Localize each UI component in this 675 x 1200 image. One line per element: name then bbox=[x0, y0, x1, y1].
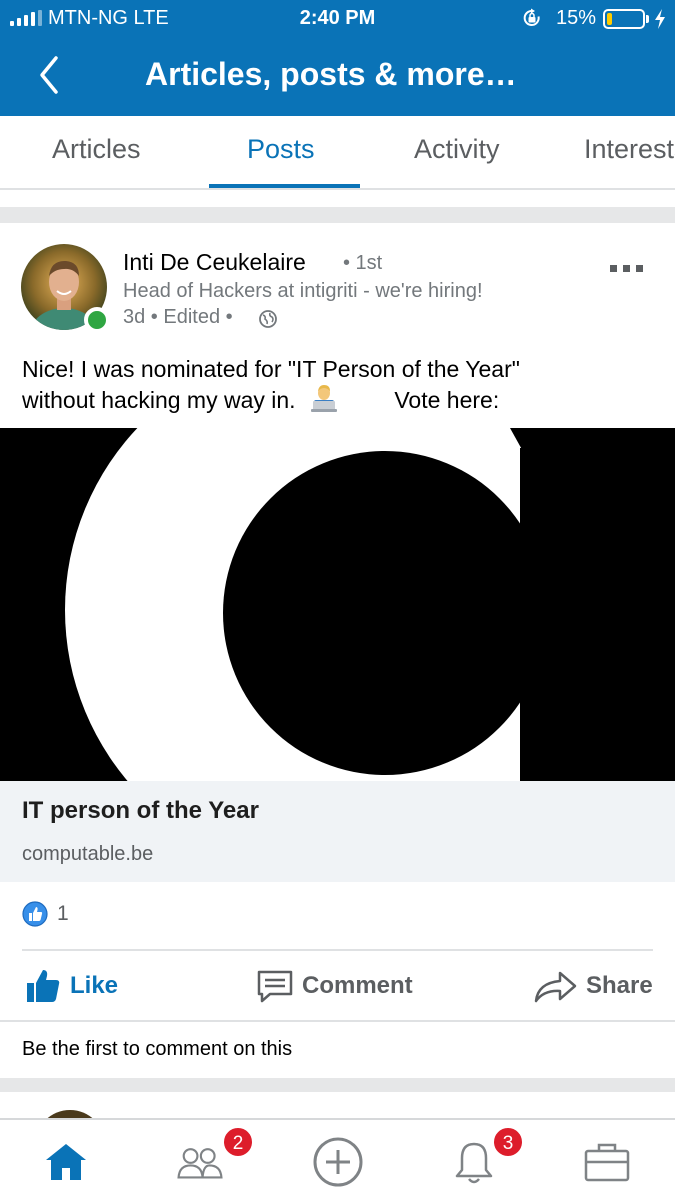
like-button[interactable]: Like bbox=[24, 964, 118, 1008]
notifications-bell-icon[interactable] bbox=[450, 1138, 498, 1186]
divider bbox=[22, 949, 653, 951]
share-label: Share bbox=[586, 972, 653, 999]
active-tab-indicator bbox=[209, 184, 360, 188]
notifications-badge: 3 bbox=[492, 1126, 524, 1158]
home-icon[interactable] bbox=[42, 1138, 90, 1186]
section-separator bbox=[0, 1078, 675, 1092]
tab-activity[interactable]: Activity bbox=[414, 134, 500, 165]
thumbs-up-icon bbox=[27, 970, 60, 1002]
share-arrow-icon bbox=[534, 971, 577, 1003]
author-name[interactable]: Inti De Ceukelaire bbox=[123, 249, 306, 276]
tab-articles[interactable]: Articles bbox=[52, 134, 141, 165]
connection-degree: • 1st bbox=[343, 252, 383, 274]
rotation-lock-icon bbox=[523, 8, 540, 26]
comment-button[interactable]: Comment bbox=[256, 964, 413, 1008]
globe-icon bbox=[259, 310, 277, 328]
bottom-navigation: 2 3 bbox=[0, 1118, 675, 1200]
charging-bolt-icon bbox=[655, 9, 665, 29]
tab-interests[interactable]: Interests bbox=[584, 134, 675, 165]
comment-icon bbox=[257, 970, 293, 1003]
network-badge: 2 bbox=[222, 1126, 254, 1158]
like-reaction-icon bbox=[22, 901, 48, 927]
jobs-briefcase-icon[interactable] bbox=[583, 1138, 631, 1186]
article-source: computable.be bbox=[22, 843, 154, 865]
article-link-card[interactable]: IT person of the Year computable.be bbox=[0, 781, 675, 882]
post-plus-icon[interactable] bbox=[312, 1136, 364, 1188]
page-title: Articles, posts & more… bbox=[145, 56, 517, 92]
battery-percent: 15% bbox=[556, 7, 597, 29]
article-preview-image[interactable] bbox=[0, 428, 675, 781]
chevron-left-icon[interactable] bbox=[34, 52, 66, 98]
section-separator bbox=[0, 207, 675, 223]
share-button[interactable]: Share bbox=[532, 964, 653, 1008]
author-headline: Head of Hackers at intigriti - we're hir… bbox=[123, 280, 483, 302]
tab-bar: Articles Posts Activity Interests bbox=[0, 116, 675, 190]
status-bar: MTN-NG LTE 2:40 PM 15% bbox=[0, 0, 675, 38]
online-status-badge bbox=[84, 307, 110, 333]
post-text-line-1: Nice! I was nominated for "IT Person of … bbox=[22, 356, 520, 382]
reaction-summary[interactable]: 1 bbox=[22, 900, 69, 928]
more-options-icon[interactable] bbox=[610, 258, 652, 278]
my-network-icon[interactable] bbox=[176, 1138, 224, 1186]
app-header: MTN-NG LTE 2:40 PM 15% Articles, posts &… bbox=[0, 0, 675, 116]
like-label: Like bbox=[70, 972, 119, 999]
tab-posts[interactable]: Posts bbox=[247, 134, 315, 165]
battery-tip bbox=[646, 15, 649, 23]
post-text-line-2: without hacking my way in. bbox=[22, 387, 296, 413]
technologist-emoji bbox=[310, 385, 337, 412]
post-timestamp: 3d • Edited • bbox=[123, 306, 233, 328]
article-title: IT person of the Year bbox=[22, 797, 259, 824]
comment-label: Comment bbox=[302, 972, 413, 999]
divider bbox=[0, 1020, 675, 1022]
post-text-vote: Vote here: bbox=[394, 387, 500, 413]
battery-icon bbox=[603, 9, 645, 29]
post-body: Nice! I was nominated for "IT Person of … bbox=[22, 354, 662, 415]
first-comment-prompt[interactable]: Be the first to comment on this bbox=[22, 1038, 292, 1061]
reaction-count: 1 bbox=[57, 902, 69, 925]
